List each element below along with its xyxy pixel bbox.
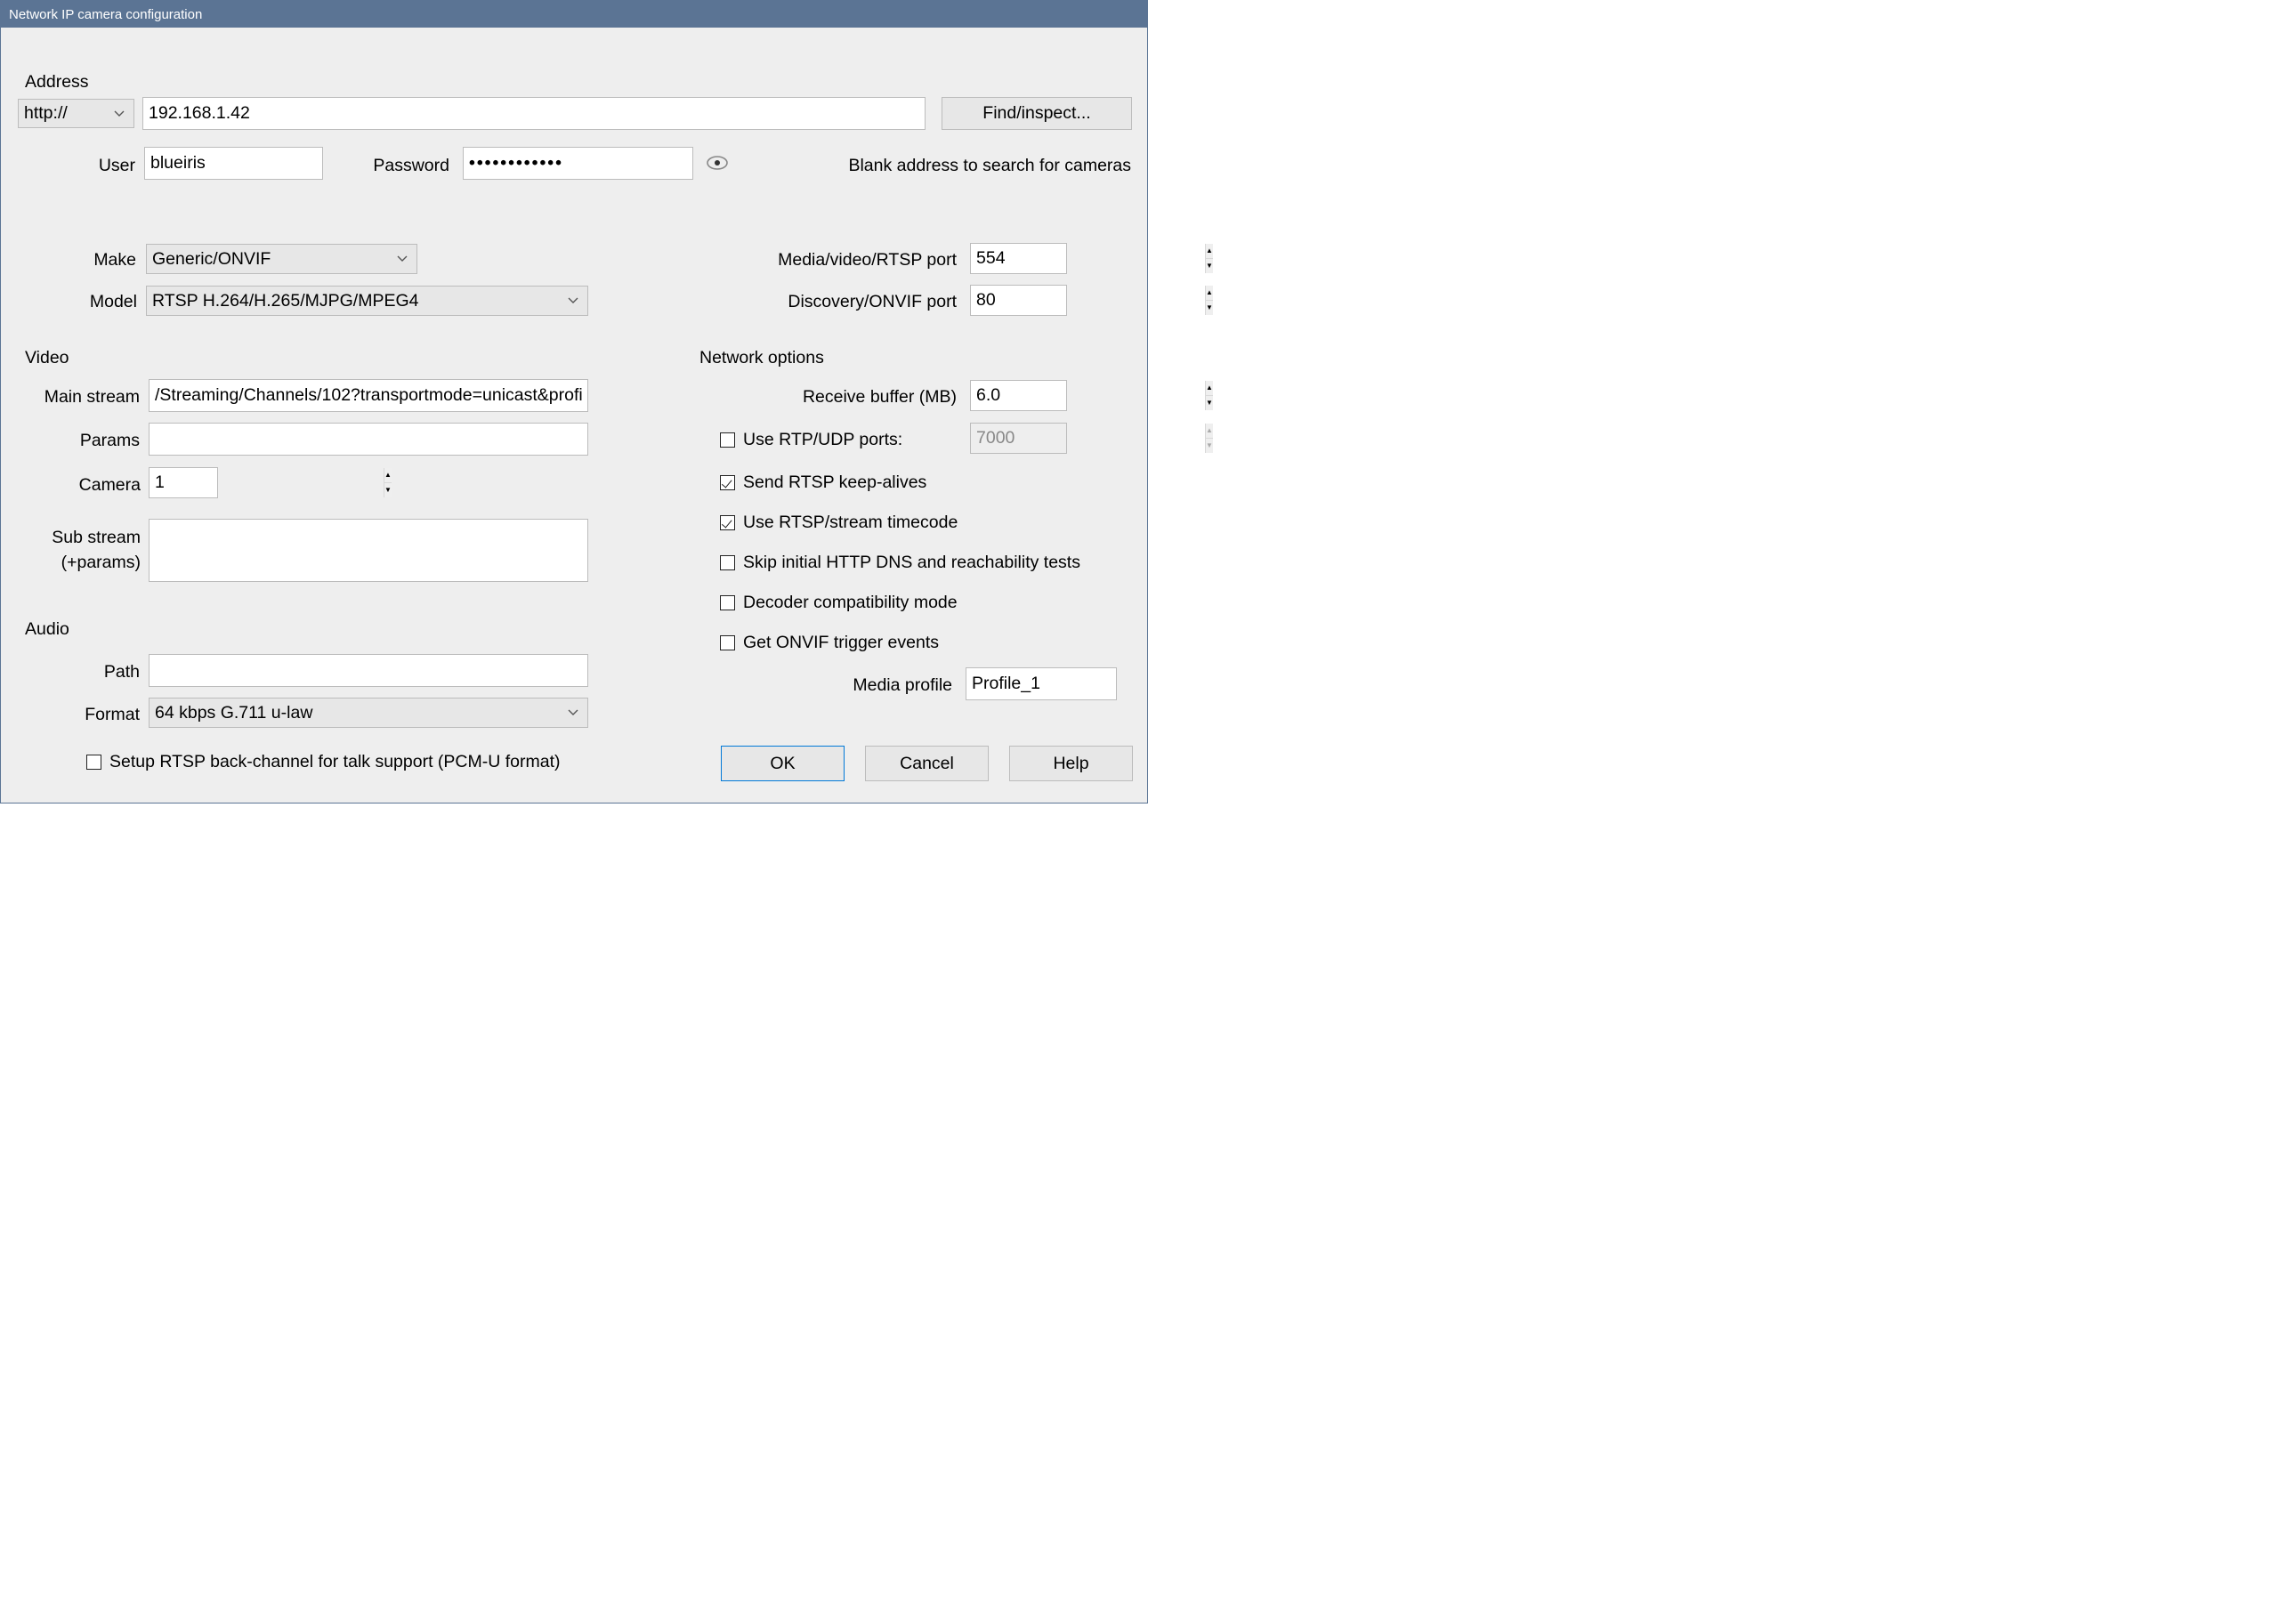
media-profile-input[interactable] (966, 667, 1117, 700)
camera-spinner[interactable]: ▲▼ (149, 467, 218, 498)
skipdns-checkbox[interactable]: Skip initial HTTP DNS and reachability t… (720, 553, 1080, 573)
backchannel-checkbox[interactable]: Setup RTSP back-channel for talk support… (86, 752, 560, 772)
find-inspect-button[interactable]: Find/inspect... (942, 97, 1132, 130)
sub-stream-label-1: Sub stream (36, 528, 146, 548)
checkbox-icon (720, 635, 735, 650)
onvif-trig-checkbox[interactable]: Get ONVIF trigger events (720, 633, 939, 653)
audio-format-value: 64 kbps G.711 u-law (155, 703, 312, 723)
chevron-down-icon (114, 110, 125, 117)
password-label: Password (357, 156, 455, 176)
spin-buttons[interactable]: ▲▼ (1205, 244, 1213, 273)
decoder-checkbox[interactable]: Decoder compatibility mode (720, 593, 958, 613)
udp-checkbox[interactable]: Use RTP/UDP ports: (720, 430, 902, 450)
eye-icon[interactable] (705, 150, 730, 175)
model-value: RTSP H.264/H.265/MJPG/MPEG4 (152, 291, 418, 311)
onvif-port-input[interactable] (971, 286, 1205, 315)
password-input[interactable] (463, 147, 693, 180)
ok-button[interactable]: OK (721, 746, 845, 781)
cancel-button[interactable]: Cancel (865, 746, 989, 781)
window-title: Network IP camera configuration (9, 7, 202, 22)
camera-input[interactable] (150, 468, 384, 497)
audio-path-input[interactable] (149, 654, 588, 687)
client-area: Address http:// Find/inspect... User Pas… (1, 28, 1147, 803)
audio-format-label: Format (69, 705, 145, 725)
group-video: Video (20, 348, 74, 368)
params-input[interactable] (149, 423, 588, 456)
checkbox-icon (720, 432, 735, 448)
group-audio: Audio (20, 619, 74, 640)
spin-buttons[interactable]: ▲▼ (1205, 381, 1213, 410)
chevron-down-icon (397, 255, 408, 262)
checkbox-icon (720, 515, 735, 530)
udp-port-spinner: ▲▼ (970, 423, 1067, 454)
checkbox-icon (720, 475, 735, 490)
spin-buttons: ▲▼ (1205, 424, 1213, 453)
spin-buttons[interactable]: ▲▼ (1205, 286, 1213, 315)
rtsp-port-input[interactable] (971, 244, 1205, 273)
onvif-port-label: Discovery/ONVIF port (764, 292, 962, 312)
recv-buffer-input[interactable] (971, 381, 1205, 410)
group-netopts: Network options (695, 348, 829, 368)
audio-path-label: Path (85, 662, 145, 682)
onvif-port-spinner[interactable]: ▲▼ (970, 285, 1067, 316)
decoder-label: Decoder compatibility mode (743, 593, 958, 613)
help-button[interactable]: Help (1009, 746, 1133, 781)
backchannel-label: Setup RTSP back-channel for talk support… (109, 752, 560, 772)
address-input[interactable] (142, 97, 926, 130)
sub-stream-label-2: (+params) (36, 553, 146, 573)
protocol-value: http:// (24, 103, 68, 124)
main-stream-label: Main stream (20, 387, 145, 408)
address-hint: Blank address to search for cameras (848, 156, 1131, 176)
spin-buttons[interactable]: ▲▼ (384, 468, 392, 497)
user-input[interactable] (144, 147, 323, 180)
udp-label: Use RTP/UDP ports: (743, 430, 902, 450)
make-combo[interactable]: Generic/ONVIF (146, 244, 417, 274)
timecode-label: Use RTSP/stream timecode (743, 513, 958, 533)
user-label: User (87, 156, 141, 176)
udp-port-input (971, 424, 1205, 453)
timecode-checkbox[interactable]: Use RTSP/stream timecode (720, 513, 958, 533)
protocol-combo[interactable]: http:// (18, 99, 134, 128)
checkbox-icon (720, 595, 735, 610)
audio-format-combo[interactable]: 64 kbps G.711 u-law (149, 698, 588, 728)
sub-stream-input[interactable] (149, 519, 588, 582)
media-profile-label: Media profile (818, 675, 958, 696)
recv-buffer-label: Receive buffer (MB) (775, 387, 962, 408)
group-address: Address (20, 72, 93, 93)
checkbox-icon (86, 755, 101, 770)
recv-buffer-spinner[interactable]: ▲▼ (970, 380, 1067, 411)
camera-label: Camera (64, 475, 146, 496)
rtsp-port-spinner[interactable]: ▲▼ (970, 243, 1067, 274)
onvif-trig-label: Get ONVIF trigger events (743, 633, 939, 653)
main-stream-input[interactable] (149, 379, 588, 412)
make-value: Generic/ONVIF (152, 249, 271, 270)
skipdns-label: Skip initial HTTP DNS and reachability t… (743, 553, 1080, 573)
titlebar[interactable]: Network IP camera configuration (1, 1, 1147, 28)
keepalive-label: Send RTSP keep-alives (743, 472, 926, 493)
config-window: Network IP camera configuration Address … (0, 0, 1148, 804)
chevron-down-icon (568, 297, 578, 304)
rtsp-port-label: Media/video/RTSP port (740, 250, 962, 271)
keepalive-checkbox[interactable]: Send RTSP keep-alives (720, 472, 926, 493)
chevron-down-icon (568, 709, 578, 716)
checkbox-icon (720, 555, 735, 570)
model-combo[interactable]: RTSP H.264/H.265/MJPG/MPEG4 (146, 286, 588, 316)
make-label: Make (79, 250, 141, 271)
model-label: Model (73, 292, 142, 312)
params-label: Params (68, 431, 145, 451)
